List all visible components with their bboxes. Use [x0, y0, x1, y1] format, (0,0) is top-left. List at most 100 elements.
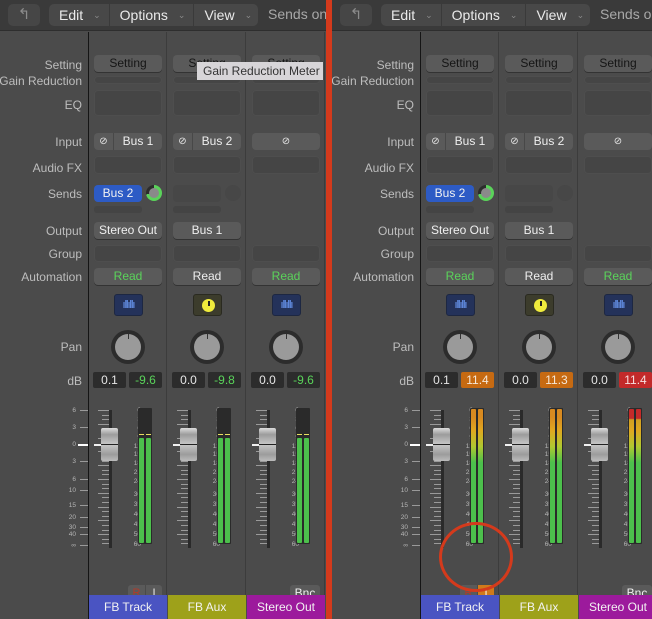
waveform-icon[interactable]: ıllıllı	[114, 294, 143, 316]
track-name-label[interactable]: FB Track	[421, 595, 499, 619]
send-level-knob[interactable]	[557, 185, 573, 201]
pan-knob[interactable]	[522, 330, 556, 364]
audio-fx-slot[interactable]	[426, 156, 494, 174]
audio-fx-slot[interactable]	[584, 156, 652, 174]
menu-options-button[interactable]: Options ⌄	[110, 4, 195, 26]
output-slot[interactable]: Bus 1	[173, 222, 241, 239]
group-slot[interactable]	[584, 245, 652, 262]
volume-value[interactable]: 0.0	[172, 372, 205, 388]
eq-slot[interactable]	[173, 90, 241, 116]
stereo-link-icon[interactable]: ⊘	[173, 133, 193, 150]
send-slot-empty[interactable]	[173, 206, 221, 213]
audio-fx-slot[interactable]	[252, 156, 320, 174]
send-slot[interactable]: Bus 2	[426, 185, 474, 202]
group-slot[interactable]	[252, 245, 320, 262]
send-slot-empty[interactable]	[94, 206, 142, 213]
send-level-knob[interactable]	[478, 185, 494, 201]
stereo-link-icon[interactable]: ⊘	[94, 133, 114, 150]
automation-mode-button[interactable]: Read	[94, 268, 162, 285]
aux-icon[interactable]	[193, 294, 222, 316]
menu-edit-button[interactable]: Edit ⌄	[49, 4, 110, 26]
audio-fx-slot[interactable]	[173, 156, 241, 174]
eq-slot[interactable]	[252, 90, 320, 116]
automation-mode-button[interactable]: Read	[252, 268, 320, 285]
pan-knob[interactable]	[443, 330, 477, 364]
pan-knob[interactable]	[111, 330, 145, 364]
automation-mode-button[interactable]: Read	[173, 268, 241, 285]
back-arrow-icon[interactable]: ↰	[340, 4, 372, 26]
volume-fader-handle[interactable]	[433, 428, 450, 461]
eq-slot[interactable]	[426, 90, 494, 116]
sends-on-faders-button[interactable]: Sends on	[268, 6, 326, 22]
audio-fx-slot[interactable]	[94, 156, 162, 174]
setting-button[interactable]: Setting	[584, 55, 652, 72]
track-name-label[interactable]: FB Track	[89, 595, 167, 619]
track-name-label[interactable]: FB Aux	[500, 595, 578, 619]
volume-value[interactable]: 0.1	[93, 372, 126, 388]
output-slot[interactable]: Bus 1	[505, 222, 573, 239]
input-slot[interactable]: ⊘ Bus 1	[94, 133, 162, 150]
waveform-icon[interactable]: ıllıllı	[272, 294, 301, 316]
input-slot[interactable]: ⊘	[252, 133, 320, 150]
stereo-link-icon[interactable]: ⊘	[252, 133, 320, 150]
setting-button[interactable]: Setting	[505, 55, 573, 72]
send-slot-empty[interactable]	[505, 185, 553, 202]
menu-view-button[interactable]: View ⌄	[526, 4, 592, 26]
volume-value[interactable]: 0.0	[583, 372, 616, 388]
group-slot[interactable]	[94, 245, 162, 262]
group-slot[interactable]	[426, 245, 494, 262]
volume-fader-handle[interactable]	[512, 428, 529, 461]
send-slot-empty[interactable]	[505, 206, 553, 213]
volume-fader-handle[interactable]	[591, 428, 608, 461]
audio-fx-slot[interactable]	[505, 156, 573, 174]
volume-value[interactable]: 0.1	[425, 372, 458, 388]
peak-value[interactable]: 11.4	[619, 372, 652, 388]
peak-value[interactable]: -9.6	[287, 372, 320, 388]
input-slot[interactable]: ⊘ Bus 2	[173, 133, 241, 150]
output-slot[interactable]: Stereo Out	[94, 222, 162, 239]
group-slot[interactable]	[173, 245, 241, 262]
track-name-label[interactable]: Stereo Out	[247, 595, 325, 619]
eq-slot[interactable]	[94, 90, 162, 116]
pan-knob[interactable]	[601, 330, 635, 364]
send-slot[interactable]: Bus 2	[94, 185, 142, 202]
track-name-label[interactable]: Stereo Out	[579, 595, 652, 619]
volume-fader-handle[interactable]	[101, 428, 118, 461]
input-slot[interactable]: ⊘ Bus 1	[426, 133, 494, 150]
automation-mode-button[interactable]: Read	[505, 268, 573, 285]
send-level-knob[interactable]	[225, 185, 241, 201]
aux-icon[interactable]	[525, 294, 554, 316]
volume-fader-handle[interactable]	[259, 428, 276, 461]
automation-mode-button[interactable]: Read	[426, 268, 494, 285]
track-name-label[interactable]: FB Aux	[168, 595, 246, 619]
waveform-icon[interactable]: ıllıllı	[604, 294, 633, 316]
send-level-knob[interactable]	[146, 185, 162, 201]
back-arrow-icon[interactable]: ↰	[8, 4, 40, 26]
eq-slot[interactable]	[584, 90, 652, 116]
stereo-link-icon[interactable]: ⊘	[426, 133, 446, 150]
send-slot-empty[interactable]	[426, 206, 474, 213]
send-slot-empty[interactable]	[173, 185, 221, 202]
menu-view-button[interactable]: View ⌄	[194, 4, 260, 26]
input-slot[interactable]: ⊘	[584, 133, 652, 150]
stereo-link-icon[interactable]: ⊘	[505, 133, 525, 150]
volume-value[interactable]: 0.0	[504, 372, 537, 388]
automation-mode-button[interactable]: Read	[584, 268, 652, 285]
volume-value[interactable]: 0.0	[251, 372, 284, 388]
waveform-icon[interactable]: ıllıllı	[446, 294, 475, 316]
setting-button[interactable]: Setting	[426, 55, 494, 72]
input-slot[interactable]: ⊘ Bus 2	[505, 133, 573, 150]
peak-value[interactable]: -9.6	[129, 372, 162, 388]
peak-value[interactable]: 11.3	[540, 372, 573, 388]
stereo-link-icon[interactable]: ⊘	[584, 133, 652, 150]
eq-slot[interactable]	[505, 90, 573, 116]
menu-edit-button[interactable]: Edit ⌄	[381, 4, 442, 26]
setting-button[interactable]: Setting	[94, 55, 162, 72]
menu-options-button[interactable]: Options ⌄	[442, 4, 527, 26]
pan-knob[interactable]	[269, 330, 303, 364]
sends-on-faders-button[interactable]: Sends on	[600, 6, 652, 22]
pan-knob[interactable]	[190, 330, 224, 364]
group-slot[interactable]	[505, 245, 573, 262]
peak-value[interactable]: -9.8	[208, 372, 241, 388]
peak-value[interactable]: 11.4	[461, 372, 494, 388]
